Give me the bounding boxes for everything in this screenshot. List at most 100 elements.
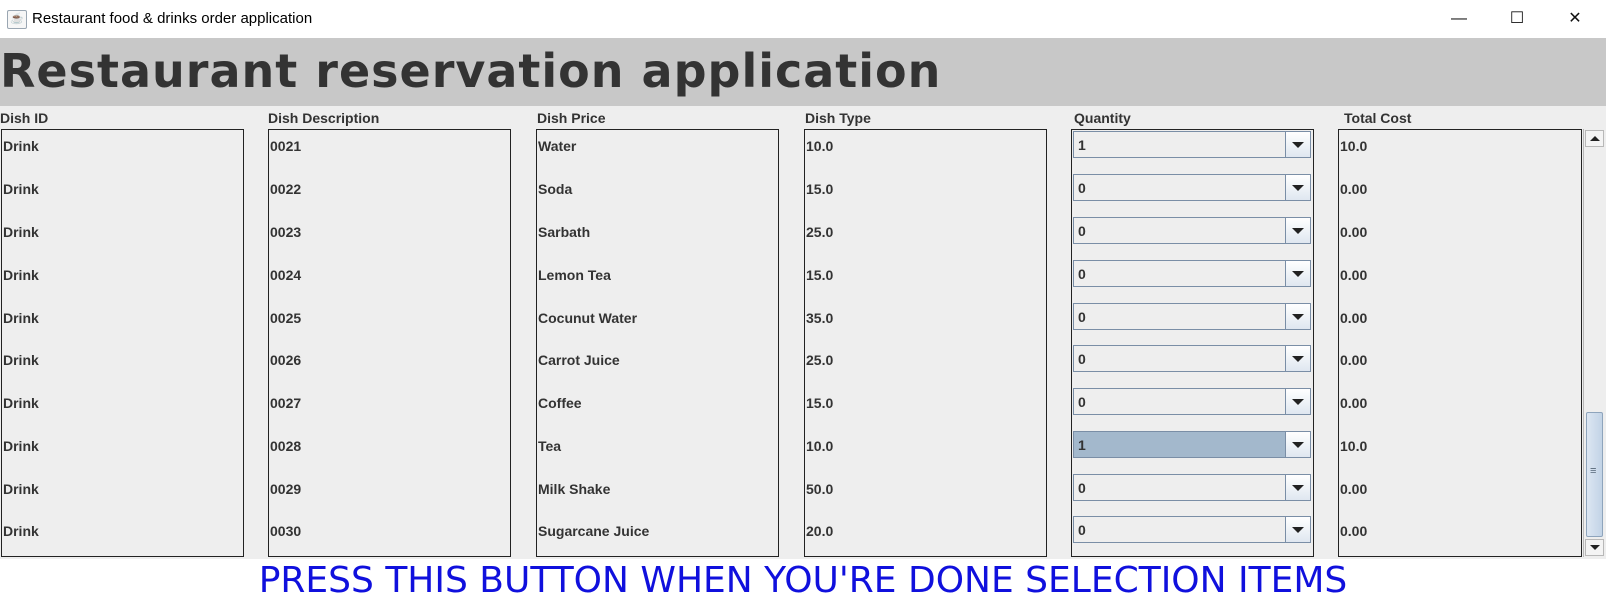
dropdown-arrow-icon[interactable] [1285, 175, 1310, 200]
quantity-value: 0 [1078, 223, 1086, 239]
table-cell: Drink [3, 523, 39, 539]
scroll-up-arrow-icon[interactable] [1585, 130, 1604, 147]
table-cell: Drink [3, 481, 39, 497]
scrollbar-thumb[interactable] [1586, 412, 1603, 537]
table-cell: Coffee [538, 395, 582, 411]
table-cell: Drink [3, 438, 39, 454]
close-button[interactable]: ✕ [1546, 0, 1604, 38]
quantity-dropdown[interactable]: 0 [1073, 388, 1311, 415]
total-cost-cell: 0.00 [1340, 352, 1368, 368]
table-cell: 50.0 [806, 481, 834, 497]
table-cell: 35.0 [806, 310, 834, 326]
table-row[interactable]: Drink 0025 Cocunut Water 35.0 0 0.00 [0, 300, 1580, 343]
table-cell: Cocunut Water [538, 310, 638, 326]
total-cost-cell: 0.00 [1340, 310, 1368, 326]
app-header: Restaurant reservation application [0, 38, 1606, 106]
quantity-value: 0 [1078, 266, 1086, 282]
table-cell: Drink [3, 224, 39, 240]
table-cell: Drink [3, 181, 39, 197]
quantity-dropdown[interactable]: 0 [1073, 516, 1311, 543]
table-cell: 0029 [270, 481, 302, 497]
table-row[interactable]: Drink 0027 Coffee 15.0 0 0.00 [0, 385, 1580, 428]
table-cell: Sarbath [538, 224, 591, 240]
table-cell: 0026 [270, 352, 302, 368]
table-cell: Lemon Tea [538, 267, 611, 283]
total-cost-cell: 0.00 [1340, 395, 1368, 411]
table-row[interactable]: Drink 0030 Sugarcane Juice 20.0 0 0.00 [0, 513, 1580, 556]
table-cell: 0023 [270, 224, 302, 240]
table-cell: 0025 [270, 310, 302, 326]
quantity-dropdown[interactable]: 0 [1073, 474, 1311, 501]
quantity-value: 0 [1078, 351, 1086, 367]
table-cell: Drink [3, 310, 39, 326]
column-header-dish-description: Dish Description [268, 110, 380, 126]
page-title: Restaurant reservation application [0, 44, 942, 98]
table-row[interactable]: Drink 0023 Sarbath 25.0 0 0.00 [0, 214, 1580, 257]
table-cell: Drink [3, 267, 39, 283]
quantity-dropdown[interactable]: 0 [1073, 345, 1311, 372]
dropdown-arrow-icon[interactable] [1285, 475, 1310, 500]
table-cell: 10.0 [806, 138, 834, 154]
quantity-dropdown[interactable]: 0 [1073, 303, 1311, 330]
table-row[interactable]: Drink 0021 Water 10.0 1 10.0 [0, 128, 1580, 171]
scroll-down-arrow-icon[interactable] [1585, 539, 1604, 556]
total-cost-cell: 10.0 [1340, 438, 1368, 454]
maximize-button[interactable]: ☐ [1488, 0, 1546, 38]
table-cell: 10.0 [806, 438, 834, 454]
java-app-icon: ☕ [7, 10, 27, 29]
vertical-scrollbar[interactable] [1583, 129, 1606, 557]
table-cell: 0030 [270, 523, 302, 539]
dropdown-arrow-icon[interactable] [1285, 432, 1310, 457]
dropdown-arrow-icon[interactable] [1285, 132, 1310, 157]
column-headers: Dish ID Dish Description Dish Price Dish… [0, 106, 1606, 128]
table-cell: 15.0 [806, 395, 834, 411]
table-row[interactable]: Drink 0022 Soda 15.0 0 0.00 [0, 171, 1580, 214]
column-header-quantity: Quantity [1074, 110, 1131, 126]
table-cell: Milk Shake [538, 481, 611, 497]
column-header-total-cost: Total Cost [1344, 110, 1412, 126]
table-cell: 0027 [270, 395, 302, 411]
table-cell: 0021 [270, 138, 302, 154]
table-row[interactable]: Drink 0024 Lemon Tea 15.0 0 0.00 [0, 257, 1580, 300]
dropdown-arrow-icon[interactable] [1285, 218, 1310, 243]
dropdown-arrow-icon[interactable] [1285, 346, 1310, 371]
total-cost-cell: 10.0 [1340, 138, 1368, 154]
table-row[interactable]: Drink 0028 Tea 10.0 1 10.0 [0, 428, 1580, 471]
title-bar: ☕ Restaurant food & drinks order applica… [0, 0, 1606, 39]
table-cell: 20.0 [806, 523, 834, 539]
table-cell: Drink [3, 138, 39, 154]
quantity-dropdown[interactable]: 0 [1073, 260, 1311, 287]
total-cost-cell: 0.00 [1340, 523, 1368, 539]
table-row[interactable]: Drink 0026 Carrot Juice 25.0 0 0.00 [0, 342, 1580, 385]
total-cost-cell: 0.00 [1340, 224, 1368, 240]
dropdown-arrow-icon[interactable] [1285, 261, 1310, 286]
quantity-value: 0 [1078, 480, 1086, 496]
quantity-dropdown[interactable]: 1 [1073, 131, 1311, 158]
table-cell: 25.0 [806, 352, 834, 368]
column-header-dish-price: Dish Price [537, 110, 606, 126]
quantity-value: 0 [1078, 394, 1086, 410]
quantity-dropdown[interactable]: 0 [1073, 174, 1311, 201]
window-title: Restaurant food & drinks order applicati… [32, 10, 313, 27]
minimize-button[interactable]: — [1430, 0, 1488, 38]
quantity-value: 1 [1078, 437, 1086, 453]
table-cell: 25.0 [806, 224, 834, 240]
dropdown-arrow-icon[interactable] [1285, 389, 1310, 414]
quantity-value: 0 [1078, 522, 1086, 538]
table-cell: Tea [538, 438, 562, 454]
table-cell: Soda [538, 181, 573, 197]
total-cost-cell: 0.00 [1340, 181, 1368, 197]
done-selecting-button[interactable]: PRESS THIS BUTTON WHEN YOU'RE DONE SELEC… [0, 560, 1606, 612]
quantity-dropdown[interactable]: 1 [1073, 431, 1311, 458]
table-row[interactable]: Drink 0029 Milk Shake 50.0 0 0.00 [0, 471, 1580, 514]
quantity-dropdown[interactable]: 0 [1073, 217, 1311, 244]
table-cell: 0024 [270, 267, 302, 283]
column-header-dish-type: Dish Type [805, 110, 871, 126]
quantity-value: 0 [1078, 180, 1086, 196]
table-cell: 0022 [270, 181, 302, 197]
dropdown-arrow-icon[interactable] [1285, 517, 1310, 542]
done-button-label: PRESS THIS BUTTON WHEN YOU'RE DONE SELEC… [258, 560, 1348, 601]
table-cell: 15.0 [806, 181, 834, 197]
quantity-value: 1 [1078, 137, 1086, 153]
dropdown-arrow-icon[interactable] [1285, 304, 1310, 329]
